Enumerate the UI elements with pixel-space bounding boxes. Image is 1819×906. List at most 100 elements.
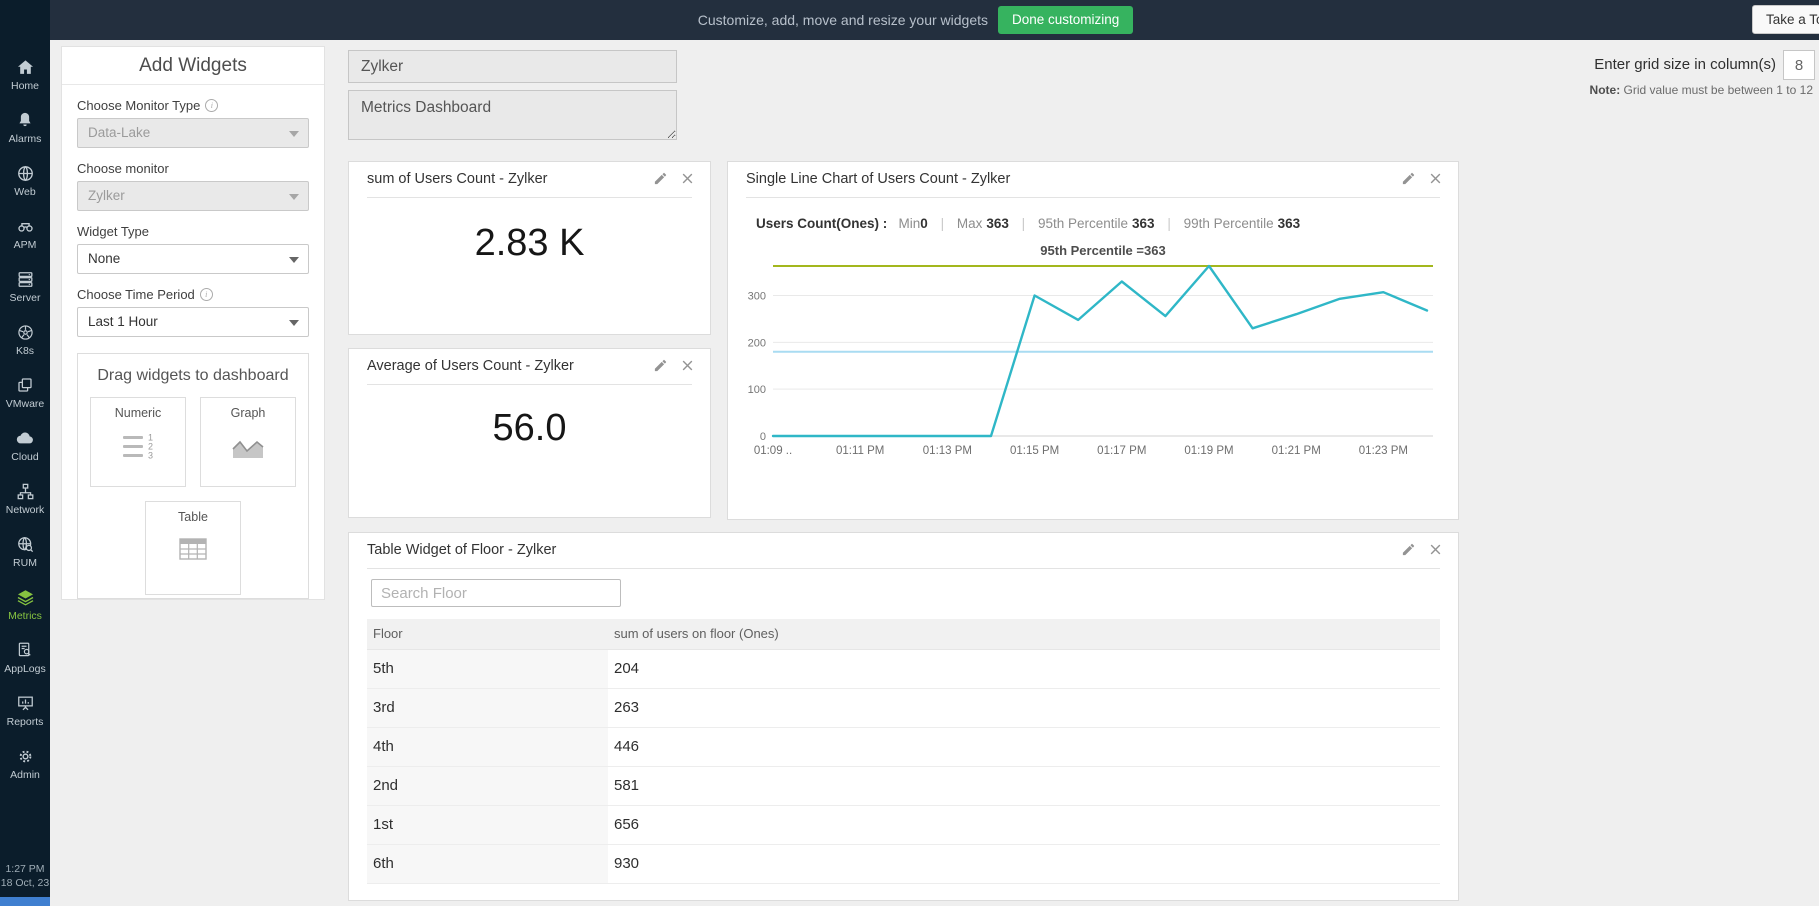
widget-type-select[interactable]: None (77, 244, 309, 274)
svg-text:01:21 PM: 01:21 PM (1272, 445, 1321, 457)
close-icon[interactable] (1429, 542, 1442, 557)
binoculars-icon (16, 216, 35, 236)
sidebar-item-server[interactable]: Server (0, 260, 50, 313)
svg-text:01:13 PM: 01:13 PM (923, 445, 972, 457)
chevron-down-icon (289, 131, 299, 137)
sidebar-item-label: K8s (16, 345, 34, 357)
grid-size-note: Note: Grid value must be between 1 to 12 (1500, 83, 1813, 97)
monitor-type-select[interactable]: Data-Lake (77, 118, 309, 148)
sidebar-item-cloud[interactable]: Cloud (0, 419, 50, 472)
dashboard-description-input[interactable]: Metrics Dashboard (348, 90, 677, 140)
sidebar-item-label: RUM (13, 557, 37, 569)
divider (367, 384, 692, 385)
panel-title: Add Widgets (62, 47, 324, 85)
sidebar-item-home[interactable]: Home (0, 48, 50, 101)
users-count-line-chart: 010020030095th Percentile =36301:09 ..01… (728, 238, 1460, 483)
monitor-type-label: Choose Monitor Type i (77, 98, 309, 113)
sidebar-item-vmware[interactable]: VMware (0, 366, 50, 419)
sidebar-item-alarms[interactable]: Alarms (0, 101, 50, 154)
table-widget-tile[interactable]: Table (145, 501, 241, 595)
sum-cell: 581 (608, 766, 1440, 805)
sidebar-item-k8s[interactable]: K8s (0, 313, 50, 366)
kubernetes-icon (16, 322, 35, 342)
metrics-layers-icon (16, 587, 35, 607)
tile-label: Numeric (91, 406, 185, 420)
table-header-row: Floor sum of users on floor (Ones) (367, 619, 1440, 649)
grid-size-label: Enter grid size in column(s) (1570, 48, 1776, 81)
sidebar-item-web[interactable]: Web (0, 154, 50, 207)
divider (367, 197, 692, 198)
sidebar-item-metrics[interactable]: Metrics (0, 578, 50, 631)
numeric-list-icon: 123 (91, 433, 185, 460)
drag-widgets-title: Drag widgets to dashboard (78, 367, 308, 385)
tile-label: Graph (201, 406, 295, 420)
numeric-widget-tile[interactable]: Numeric 123 (90, 397, 186, 487)
sum-cell: 446 (608, 727, 1440, 766)
sidebar-item-rum[interactable]: RUM (0, 525, 50, 578)
floor-cell: 2nd (367, 766, 608, 805)
svg-text:01:11 PM: 01:11 PM (836, 445, 884, 457)
rum-globe-icon (16, 534, 35, 554)
close-icon[interactable] (1429, 171, 1442, 186)
average-users-count-widget: Average of Users Count - Zylker 56.0 (348, 348, 711, 518)
sidebar-clock: 1:27 PM 18 Oct, 23 (0, 862, 50, 890)
sidebar-item-admin[interactable]: Admin (0, 737, 50, 790)
svg-text:100: 100 (748, 384, 766, 396)
divider (746, 197, 1440, 198)
gear-icon (16, 746, 35, 766)
server-icon (16, 269, 35, 289)
close-icon[interactable] (681, 358, 694, 373)
done-customizing-button[interactable]: Done customizing (998, 6, 1133, 34)
svg-text:01:09 ..: 01:09 .. (754, 445, 792, 457)
floor-cell: 5th (367, 649, 608, 688)
graph-widget-tile[interactable]: Graph (200, 397, 296, 487)
take-a-tour-button[interactable]: Take a Tour (1752, 5, 1819, 34)
sidebar-item-apm[interactable]: APM (0, 207, 50, 260)
search-floor-input[interactable] (371, 579, 621, 607)
horizontal-scrollbar-thumb[interactable] (0, 897, 50, 906)
divider (367, 568, 1440, 569)
info-icon: i (205, 99, 218, 112)
sidebar-item-network[interactable]: Network (0, 472, 50, 525)
vm-boxes-icon (16, 375, 34, 395)
area-chart-icon (201, 432, 295, 465)
time-period-select[interactable]: Last 1 Hour (77, 307, 309, 337)
svg-text:01:23 PM: 01:23 PM (1359, 445, 1408, 457)
sidebar-item-label: Admin (10, 769, 40, 781)
reports-icon (16, 693, 35, 713)
edit-pencil-icon[interactable] (653, 171, 668, 186)
sidebar-item-applogs[interactable]: AppLogs (0, 631, 50, 684)
table-grid-icon (146, 536, 240, 567)
single-line-chart-widget: Single Line Chart of Users Count - Zylke… (727, 161, 1459, 520)
monitor-label: Choose monitor (77, 161, 309, 176)
sum-users-count-widget: sum of Users Count - Zylker 2.83 K (348, 161, 711, 335)
column-header-floor: Floor (367, 619, 608, 649)
dashboard-name-input[interactable] (348, 50, 677, 83)
edit-pencil-icon[interactable] (653, 358, 668, 373)
dashboard-customize-page: Customize, add, move and resize your wid… (0, 0, 1819, 906)
globe-icon (16, 163, 35, 183)
column-header-sum: sum of users on floor (Ones) (608, 619, 1440, 649)
sum-cell: 656 (608, 805, 1440, 844)
widget-type-label: Widget Type (77, 224, 309, 239)
close-icon[interactable] (681, 171, 694, 186)
applogs-icon (16, 640, 34, 660)
bell-icon (16, 110, 34, 130)
chevron-down-icon (289, 320, 299, 326)
svg-text:200: 200 (748, 337, 766, 349)
sidebar-item-label: Server (10, 292, 41, 304)
table-row: 3rd263 (367, 688, 1440, 727)
sidebar-item-reports[interactable]: Reports (0, 684, 50, 737)
cloud-icon (15, 428, 35, 448)
grid-size-input[interactable] (1783, 50, 1815, 80)
sidebar-item-label: Reports (7, 716, 44, 728)
table-row: 2nd581 (367, 766, 1440, 805)
customize-message: Customize, add, move and resize your wid… (698, 0, 988, 40)
svg-text:01:15 PM: 01:15 PM (1010, 445, 1059, 457)
edit-pencil-icon[interactable] (1401, 171, 1416, 186)
clock-date: 18 Oct, 23 (0, 876, 50, 890)
monitor-select[interactable]: Zylker (77, 181, 309, 211)
edit-pencil-icon[interactable] (1401, 542, 1416, 557)
sum-cell: 204 (608, 649, 1440, 688)
table-row: 6th930 (367, 844, 1440, 883)
